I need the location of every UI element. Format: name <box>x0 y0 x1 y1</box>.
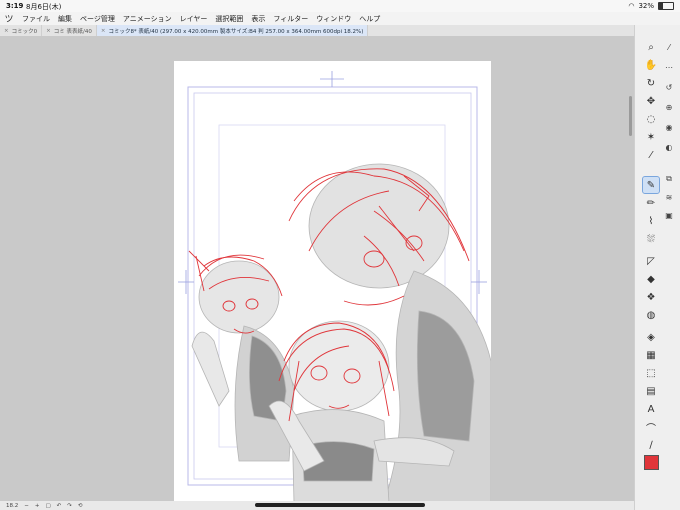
magic-wand-icon[interactable]: ✶ <box>643 129 659 145</box>
frame-icon[interactable]: ▤ <box>643 383 659 399</box>
gradient-icon[interactable]: ▦ <box>643 347 659 363</box>
pen-icon[interactable]: ✎ <box>642 176 660 194</box>
clip-studio-logo-icon[interactable]: ツ <box>0 12 18 25</box>
brush-icon[interactable]: ⌇ <box>643 213 659 229</box>
lasso-icon[interactable]: ◌ <box>643 111 659 127</box>
dotted-pen-icon[interactable]: ⋯ <box>663 61 675 73</box>
home-indicator[interactable] <box>255 503 425 507</box>
menu-edit[interactable]: 編集 <box>54 14 76 24</box>
battery-percent: 32% <box>638 2 654 10</box>
status-bar: 3:19 8月6日(木) ◠ 32% <box>0 0 680 12</box>
menu-page[interactable]: ページ管理 <box>76 14 119 24</box>
menu-window[interactable]: ウィンドウ <box>312 14 355 24</box>
vertical-scrollbar[interactable] <box>629 96 632 136</box>
fill-bucket-icon[interactable]: ◈ <box>643 329 659 345</box>
artwork-sketch <box>178 71 491 503</box>
rotate-right-icon[interactable]: ↷ <box>67 503 72 509</box>
ruler-icon[interactable]: ◸ <box>643 253 659 269</box>
zoom-in-button[interactable]: + <box>35 503 40 509</box>
status-right: ◠ 32% <box>628 2 674 10</box>
rotate-left-icon[interactable]: ↶ <box>57 503 62 509</box>
magnifier-icon[interactable]: ⌕ <box>643 39 659 55</box>
pencil-icon[interactable]: ✏ <box>643 195 659 211</box>
battery-fill <box>659 3 664 9</box>
blend-icon[interactable]: ❖ <box>643 289 659 305</box>
tab-document-3[interactable]: × コミック8* 表紙/40 (297.00 x 420.00mm 製本サイズ:B… <box>96 25 369 36</box>
eyedropper-icon[interactable]: ⁄ <box>643 147 659 163</box>
eraser-icon[interactable]: ◆ <box>643 271 659 287</box>
layers-icon[interactable]: ≋ <box>663 191 675 203</box>
tab-label: コミ 表表紙/40 <box>53 28 92 35</box>
battery-icon <box>658 2 674 10</box>
tab-document-2[interactable]: × コミ 表表紙/40 <box>42 25 97 36</box>
wifi-icon: ◠ <box>628 2 635 10</box>
tool-palette: ⌕ ✋ ↻ ✥ ◌ ✶ ⁄ ✎ ✏ ⌇ ⛆ ◸ ◆ ❖ ◍ ◈ ▦ ⬚ ▤ A … <box>634 25 680 510</box>
reset-icon[interactable]: ⟲ <box>78 503 83 509</box>
canvas-paper[interactable] <box>174 61 491 503</box>
layer-move-icon[interactable]: ⊕ <box>663 101 675 113</box>
contrast-icon[interactable]: ◐ <box>663 141 675 153</box>
menu-selection[interactable]: 選択範囲 <box>211 14 247 24</box>
menu-help[interactable]: ヘルプ <box>355 14 384 24</box>
record-icon[interactable]: ◉ <box>663 121 675 133</box>
airbrush-icon[interactable]: ⛆ <box>643 231 659 247</box>
canvas-area[interactable] <box>0 36 634 503</box>
move-icon[interactable]: ✥ <box>643 93 659 109</box>
menu-bar: ツ ファイル 編集 ページ管理 アニメーション レイヤー 選択範囲 表示 フィル… <box>0 12 680 25</box>
tab-label: コミック8* 表紙/40 (297.00 x 420.00mm 製本サイズ:B4… <box>108 28 364 35</box>
menu-view[interactable]: 表示 <box>247 14 269 24</box>
blur-icon[interactable]: ◍ <box>643 307 659 323</box>
status-date: 8月6日(木) <box>26 3 62 11</box>
menu-layer[interactable]: レイヤー <box>176 14 212 24</box>
close-icon[interactable]: × <box>4 28 9 34</box>
status-time: 3:19 <box>6 2 24 10</box>
line-icon[interactable]: ∕ <box>643 437 659 453</box>
tab-document-1[interactable]: × コミック0 <box>0 25 43 36</box>
balloon-icon[interactable]: ⌒ <box>643 419 659 435</box>
menu-file[interactable]: ファイル <box>18 14 54 24</box>
materials-icon[interactable]: ▣ <box>663 209 675 221</box>
stack-icon[interactable]: ⧉ <box>663 173 675 185</box>
close-icon[interactable]: × <box>101 28 106 34</box>
rotate-icon[interactable]: ↻ <box>643 75 659 91</box>
menu-filter[interactable]: フィルター <box>269 14 312 24</box>
rotate-sub-icon[interactable]: ↺ <box>663 81 675 93</box>
hand-icon[interactable]: ✋ <box>643 57 659 73</box>
fit-icon[interactable]: ▢ <box>45 503 50 509</box>
close-icon[interactable]: × <box>46 28 51 34</box>
main-color-swatch[interactable] <box>644 455 659 470</box>
pen-sub-icon[interactable]: ⁄ <box>663 41 675 53</box>
zoom-level: 18.2 <box>6 502 19 509</box>
selection-rect-icon[interactable]: ⬚ <box>643 365 659 381</box>
zoom-out-button[interactable]: − <box>24 503 29 509</box>
menu-animation[interactable]: アニメーション <box>119 14 176 24</box>
tab-label: コミック0 <box>11 28 38 35</box>
text-icon[interactable]: A <box>643 401 659 417</box>
